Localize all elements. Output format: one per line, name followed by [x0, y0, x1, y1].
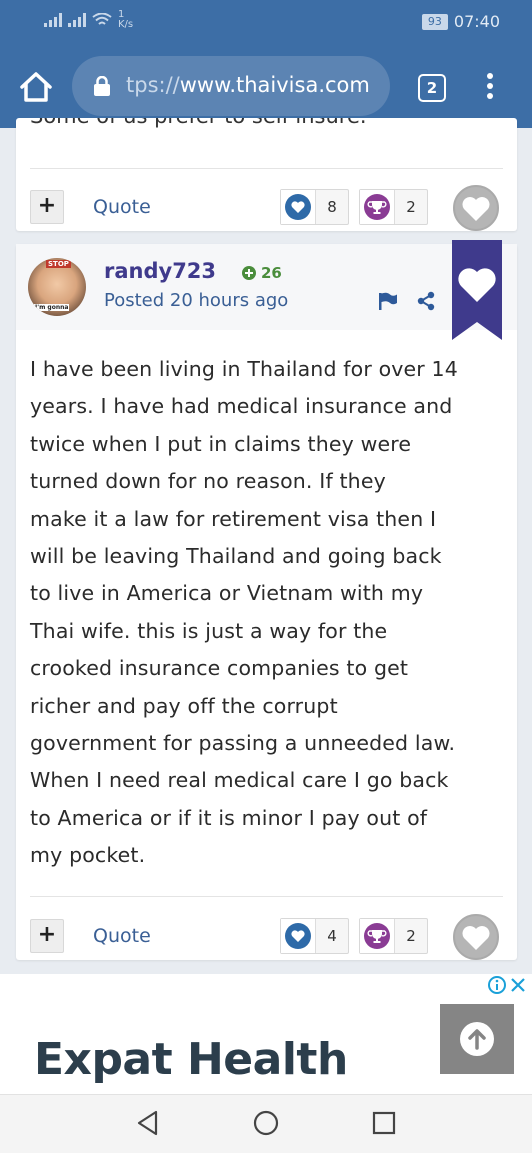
- close-icon[interactable]: [510, 977, 526, 993]
- avatar-caption: I'm gonna: [34, 304, 70, 311]
- status-right: 93 07:40: [421, 12, 500, 31]
- post-line: make it a law for retirement visa then I: [30, 506, 437, 531]
- like-reaction[interactable]: 4: [280, 918, 349, 954]
- react-button[interactable]: [453, 914, 499, 960]
- post-line: twice when I put in claims they were: [30, 431, 412, 456]
- heart-icon: [285, 194, 311, 220]
- signal-indicators: 1 K/s: [44, 10, 133, 30]
- post-line: my pocket.: [30, 843, 146, 868]
- multiquote-button[interactable]: +: [30, 190, 64, 224]
- home-icon[interactable]: [18, 70, 54, 104]
- post-line: Thai wife. this is just a way for the: [30, 618, 388, 643]
- like-count: 4: [327, 927, 337, 945]
- address-bar[interactable]: tps://www.thaivisa.com: [72, 56, 390, 116]
- info-icon[interactable]: [488, 976, 506, 994]
- system-navigation-bar: [0, 1094, 532, 1153]
- home-circle-icon[interactable]: [253, 1110, 279, 1136]
- report-flag-icon[interactable]: [378, 292, 398, 310]
- divider: [30, 168, 503, 169]
- quote-button[interactable]: Quote: [93, 196, 151, 218]
- trophy-icon: [364, 194, 390, 220]
- post-actions: + Quote 8 2: [16, 185, 517, 231]
- share-icon[interactable]: [416, 291, 436, 311]
- url-domain: www.thaivisa.com: [179, 73, 370, 97]
- lock-icon: [94, 76, 110, 96]
- trophy-icon: [364, 923, 390, 949]
- divider: [30, 896, 503, 897]
- scroll-to-top-button[interactable]: [440, 1004, 514, 1074]
- avatar-stop-sign: STOP: [46, 260, 71, 268]
- trophy-reaction[interactable]: 2: [359, 189, 428, 225]
- overflow-menu-icon[interactable]: [480, 70, 500, 102]
- post-line: crooked insurance companies to get: [30, 656, 409, 681]
- signal-icon: [44, 13, 62, 27]
- post-body: I have been living in Thailand for over …: [30, 351, 505, 875]
- battery-indicator: 93: [421, 13, 448, 30]
- trophy-reaction[interactable]: 2: [359, 918, 428, 954]
- post-line: richer and pay off the corrupt: [30, 693, 338, 718]
- ad-title[interactable]: Expat Health: [34, 1034, 348, 1085]
- post-line: to America or if it is minor I pay out o…: [30, 805, 428, 830]
- post-line: will be leaving Thailand and going back: [30, 544, 442, 569]
- trophy-count: 2: [406, 927, 416, 945]
- trophy-count: 2: [406, 198, 416, 216]
- post-header: STOP I'm gonna randy723 26 Posted 20 hou…: [16, 240, 517, 340]
- like-reaction[interactable]: 8: [280, 189, 349, 225]
- reputation-count: 26: [261, 264, 282, 282]
- wifi-icon: [92, 13, 112, 25]
- url-text: tps://www.thaivisa.com: [126, 73, 370, 97]
- ad-banner[interactable]: Expat Health: [0, 974, 532, 1094]
- previous-post-cut-text: Some of us prefer to self-insure.: [30, 118, 367, 128]
- plus-circle-icon: [242, 266, 256, 280]
- post-line: years. I have had medical insurance and: [30, 394, 453, 419]
- post-line: to live in America or Vietnam with my: [30, 581, 424, 606]
- post-line: turned down for no reason. If they: [30, 469, 386, 494]
- cut-text-clip: Some of us prefer to self-insure.: [16, 118, 517, 128]
- react-button[interactable]: [453, 185, 499, 231]
- browser-toolbar: tps://www.thaivisa.com 2: [0, 44, 532, 128]
- post-line: When I need real medical care I go back: [30, 768, 449, 793]
- signal-icon-2: [68, 13, 86, 27]
- quote-button[interactable]: Quote: [93, 925, 151, 947]
- clock: 07:40: [453, 12, 500, 31]
- multiquote-button[interactable]: +: [30, 919, 64, 953]
- author-username[interactable]: randy723: [104, 259, 216, 283]
- heart-icon: [285, 923, 311, 949]
- post-timestamp[interactable]: Posted 20 hours ago: [104, 290, 288, 311]
- tab-switcher-button[interactable]: 2: [418, 74, 446, 102]
- avatar[interactable]: STOP I'm gonna: [28, 258, 86, 316]
- post-line: government for passing a unneeded law.: [30, 731, 456, 756]
- reputation-badge: 26: [242, 264, 282, 282]
- heart-outline-icon: [462, 926, 490, 950]
- like-count: 8: [327, 198, 337, 216]
- favorite-ribbon-icon[interactable]: [452, 240, 502, 340]
- previous-post-card: Some of us prefer to self-insure. + Quot…: [16, 118, 517, 231]
- network-speed: 1 K/s: [118, 9, 134, 30]
- status-bar: 1 K/s 93 07:40: [0, 0, 532, 44]
- url-prefix: tps://: [126, 73, 180, 97]
- back-icon[interactable]: [136, 1110, 160, 1136]
- arrow-up-icon: [460, 1022, 494, 1056]
- post-card: STOP I'm gonna randy723 26 Posted 20 hou…: [16, 240, 517, 960]
- post-actions: + Quote 4 2: [16, 914, 517, 960]
- recent-apps-icon[interactable]: [372, 1111, 396, 1135]
- heart-outline-icon: [462, 197, 490, 221]
- ad-choices[interactable]: [488, 976, 526, 994]
- post-line: I have been living in Thailand for over …: [30, 357, 458, 381]
